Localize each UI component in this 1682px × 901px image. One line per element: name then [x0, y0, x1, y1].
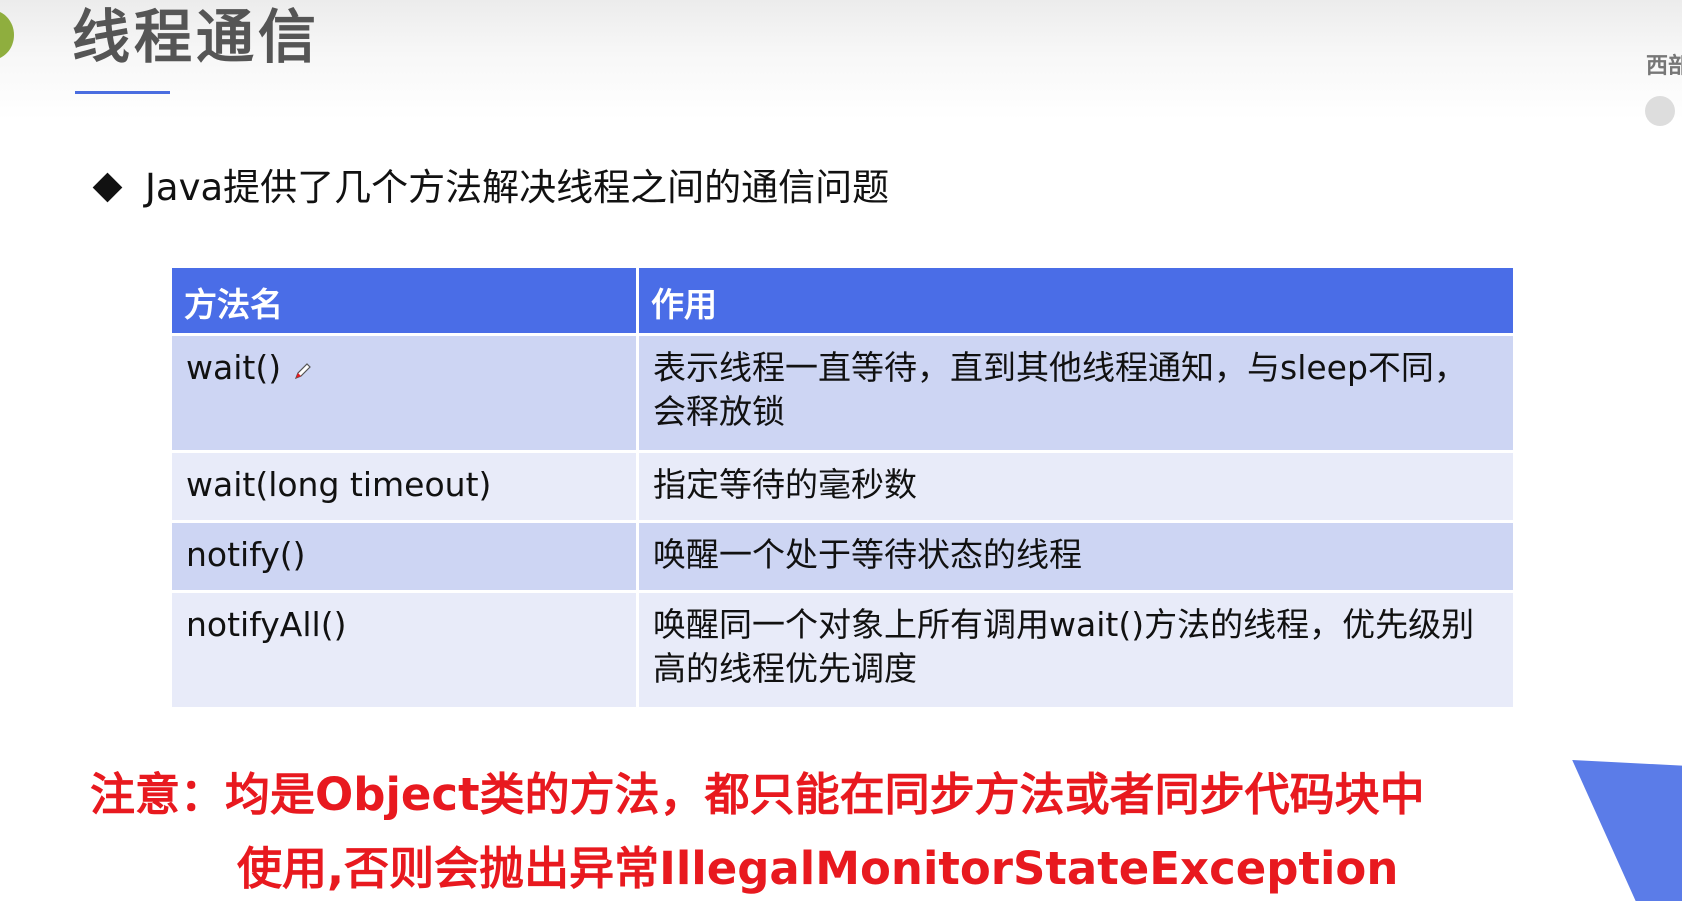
right-edge-circle-decoration [1645, 96, 1675, 126]
method-desc-cell: 表示线程一直等待，直到其他线程通知，与sleep不同，会释放锁 [636, 333, 1516, 453]
method-desc-cell: 指定等待的毫秒数 [636, 450, 1516, 523]
title-underline [75, 91, 170, 94]
table-row: wait() 表示线程一直等待，直到其他线程通知，与sleep不同，会释放锁 [169, 333, 1516, 453]
method-desc-cell: 唤醒一个处于等待状态的线程 [636, 520, 1516, 593]
method-name-cell: wait(long timeout) [169, 450, 639, 523]
page-title: 线程通信 [72, 3, 321, 71]
method-name-cell: notify() [169, 520, 639, 593]
table-header-row: 方法名 作用 [169, 265, 1516, 336]
diamond-bullet-icon [92, 172, 123, 203]
method-name: wait() [186, 348, 282, 387]
header-method-purpose: 作用 [636, 265, 1516, 336]
header-method-name: 方法名 [169, 265, 639, 336]
right-edge-label: 西部 [1646, 54, 1682, 79]
corner-shape-decoration [1572, 760, 1682, 901]
method-desc-cell: 唤醒同一个对象上所有调用wait()方法的线程，优先级别高的线程优先调度 [636, 590, 1516, 710]
bullet-text: Java提供了几个方法解决线程之间的通信问题 [145, 166, 890, 209]
table-row: notifyAll() 唤醒同一个对象上所有调用wait()方法的线程，优先级别… [169, 590, 1516, 710]
table-row: wait(long timeout) 指定等待的毫秒数 [169, 450, 1516, 523]
method-name-cell: notifyAll() [169, 590, 639, 710]
table-row: notify() 唤醒一个处于等待状态的线程 [169, 520, 1516, 593]
note-text-line-2: 使用,否则会抛出异常IllegalMonitorStateException [237, 842, 1399, 895]
methods-table: 方法名 作用 wait() 表示线程一直等待，直到其他线程通知，与sleep不同… [169, 265, 1516, 710]
method-name-cell: wait() [169, 333, 639, 453]
pen-icon [293, 348, 313, 392]
note-text-line-1: 注意：均是Object类的方法，都只能在同步方法或者同步代码块中 [90, 768, 1425, 821]
